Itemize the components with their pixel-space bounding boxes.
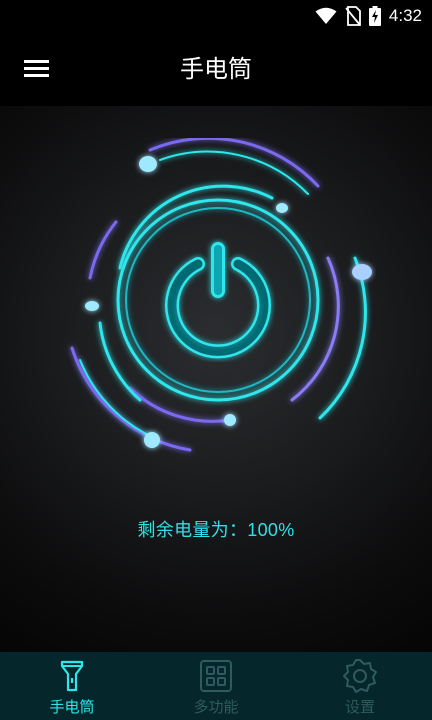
wifi-icon — [315, 7, 337, 24]
tab-flashlight[interactable]: 手电筒 — [0, 652, 144, 720]
bottom-tab-bar: 手电筒 多功能 设置 — [0, 652, 432, 720]
app-bar: 手电筒 — [0, 32, 432, 106]
power-ring-graphic — [60, 136, 376, 462]
tab-settings[interactable]: 设置 — [288, 652, 432, 720]
grid-icon — [200, 660, 232, 692]
settings-gear-icon — [343, 659, 377, 693]
tab-multifunction[interactable]: 多功能 — [144, 652, 288, 720]
tab-label: 设置 — [344, 698, 375, 716]
page-title: 手电筒 — [180, 55, 252, 83]
tab-label: 多功能 — [193, 698, 239, 716]
status-icons: 4:32 — [315, 4, 422, 28]
menu-button[interactable] — [22, 54, 52, 84]
battery-charging-icon — [368, 6, 381, 26]
status-bar: 4:32 — [0, 0, 432, 32]
tab-label: 手电筒 — [49, 698, 95, 716]
menu-icon — [24, 60, 49, 77]
no-sim-icon — [345, 6, 361, 26]
power-button[interactable] — [160, 238, 276, 362]
status-time: 4:32 — [388, 6, 422, 25]
main-area: 剩余电量为：100% — [0, 106, 432, 652]
battery-level-text: 剩余电量为：100% — [137, 520, 295, 540]
flashlight-icon — [60, 660, 84, 692]
power-icon — [165, 242, 271, 359]
